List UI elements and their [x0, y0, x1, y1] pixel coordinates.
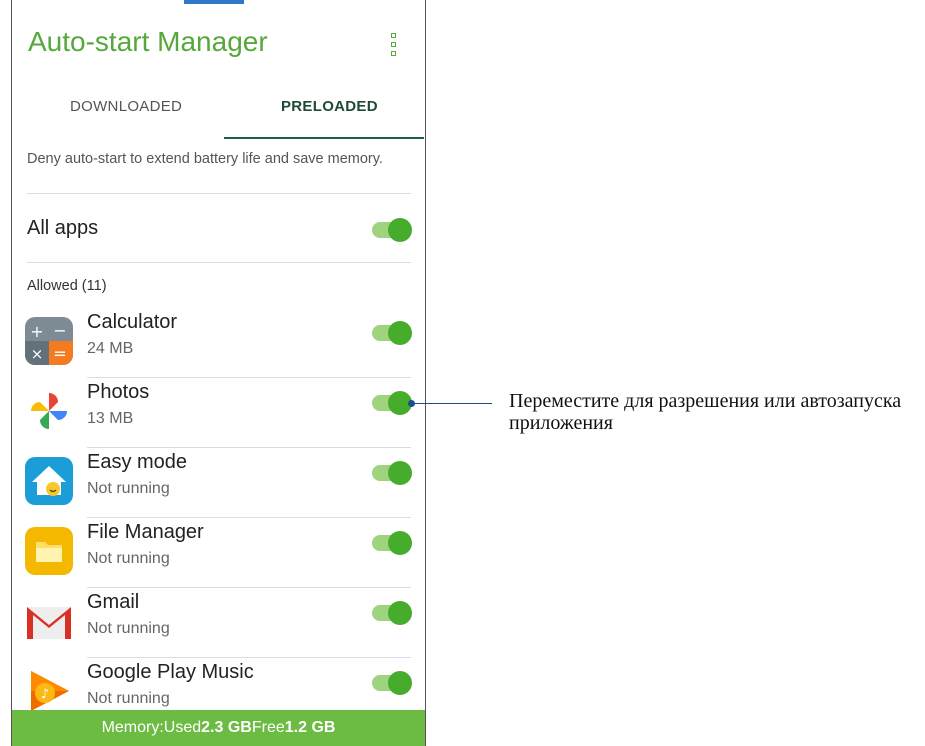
divider	[27, 193, 411, 194]
list-item[interactable]: Gmail Not running	[12, 588, 425, 658]
memory-used-value: 2.3 GB	[201, 719, 252, 736]
app-subtitle: 13 MB	[87, 410, 134, 427]
play-music-icon: ♪	[31, 671, 69, 711]
folder-icon	[25, 527, 73, 575]
annotation-text: Переместите для разрешения или автозапус…	[509, 390, 902, 434]
calculator-icon: + − × =	[25, 317, 73, 365]
hint-text: Deny auto-start to extend battery life a…	[27, 151, 383, 167]
svg-text:+: +	[30, 322, 43, 341]
app-subtitle: Not running	[87, 550, 170, 567]
app-toggle-gmail[interactable]	[372, 601, 414, 625]
phone-screen: Auto-start Manager DOWNLOADED PRELOADED …	[11, 0, 426, 746]
easy-mode-house-icon	[25, 457, 73, 505]
app-name: Calculator	[87, 311, 178, 333]
memory-free-value: 1.2 GB	[284, 719, 336, 736]
app-subtitle: 24 MB	[87, 340, 134, 357]
app-toggle-file-manager[interactable]	[372, 531, 414, 555]
memory-status-bar: Memory: Used 2.3 GB Free 1.2 GB	[12, 710, 425, 746]
list-item[interactable]: Photos 13 MB	[12, 378, 425, 448]
svg-text:×: ×	[31, 345, 44, 363]
annotation-leader-line	[411, 403, 492, 404]
svg-text:=: =	[53, 344, 66, 363]
app-name: Google Play Music	[87, 661, 254, 683]
all-apps-toggle[interactable]	[372, 218, 414, 242]
page-title: Auto-start Manager	[28, 26, 268, 57]
svg-text:−: −	[53, 321, 66, 340]
all-apps-label: All apps	[27, 217, 99, 239]
divider	[27, 262, 411, 263]
app-name: Easy mode	[87, 451, 188, 473]
more-vert-icon[interactable]	[389, 33, 399, 59]
app-subtitle: Not running	[87, 480, 170, 497]
svg-text:♪: ♪	[41, 687, 49, 702]
list-item[interactable]: + − × = Calculator 24 MB	[12, 308, 425, 378]
list-item[interactable]: Easy mode Not running	[12, 448, 425, 518]
active-tab-indicator	[224, 137, 424, 139]
photos-pinwheel-icon	[31, 393, 67, 429]
app-name: File Manager	[87, 521, 204, 543]
list-item[interactable]: File Manager Not running	[12, 518, 425, 588]
top-edge-marker	[184, 0, 244, 4]
tab-preloaded[interactable]: PRELOADED	[281, 98, 378, 115]
memory-free-label: Free	[251, 719, 285, 736]
memory-label: Memory:	[101, 719, 164, 736]
memory-used-label: Used	[163, 719, 202, 736]
app-name: Gmail	[87, 591, 140, 613]
annotation-anchor-dot	[408, 400, 415, 407]
gmail-envelope-icon	[27, 607, 71, 639]
app-subtitle: Not running	[87, 620, 170, 637]
app-name: Photos	[87, 381, 150, 403]
section-label-allowed: Allowed (11)	[27, 278, 107, 294]
app-toggle-google-play-music[interactable]	[372, 671, 414, 695]
app-toggle-calculator[interactable]	[372, 321, 414, 345]
tab-downloaded[interactable]: DOWNLOADED	[70, 98, 182, 115]
app-toggle-easy-mode[interactable]	[372, 461, 414, 485]
app-subtitle: Not running	[87, 690, 170, 707]
